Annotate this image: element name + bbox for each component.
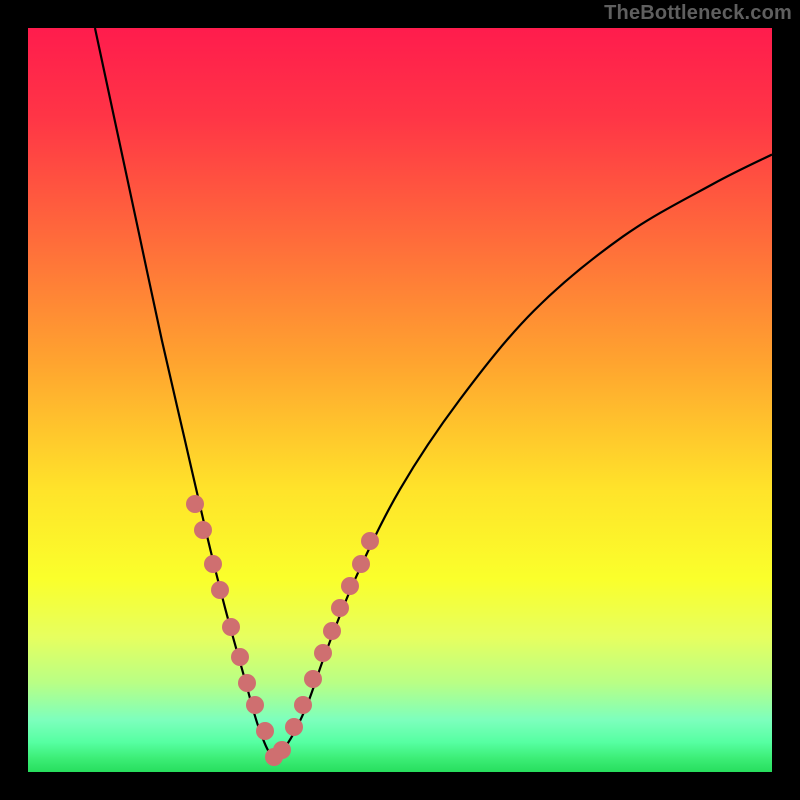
data-marker [222,618,240,636]
data-marker [285,718,303,736]
data-marker [211,581,229,599]
chart-frame: TheBottleneck.com [0,0,800,800]
data-marker [314,644,332,662]
data-marker [294,696,312,714]
data-marker [323,622,341,640]
bottleneck-curve [28,28,772,772]
data-marker [194,521,212,539]
data-marker [273,741,291,759]
plot-area [28,28,772,772]
data-marker [186,495,204,513]
data-marker [204,555,222,573]
data-marker [331,599,349,617]
data-marker [341,577,359,595]
watermark-text: TheBottleneck.com [604,2,792,25]
data-marker [304,670,322,688]
data-marker [246,696,264,714]
data-marker [256,722,274,740]
data-marker [352,555,370,573]
data-marker [231,648,249,666]
data-marker [361,532,379,550]
curve-path [95,28,772,758]
data-marker [238,674,256,692]
